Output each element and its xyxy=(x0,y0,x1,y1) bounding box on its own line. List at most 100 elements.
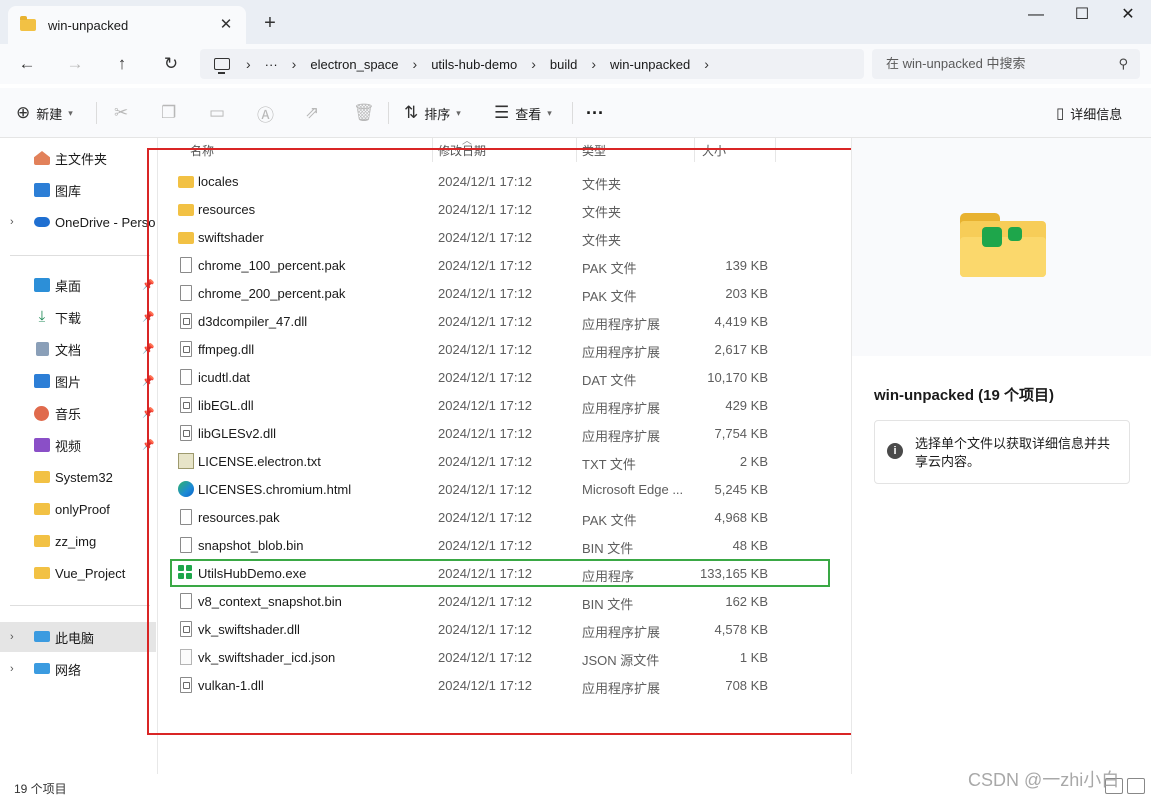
file-name: libGLESv2.dll xyxy=(198,426,277,441)
new-tab-button[interactable]: + xyxy=(258,12,282,36)
chevron-right-icon[interactable]: › xyxy=(10,631,14,643)
chevron-right-icon[interactable]: › xyxy=(10,663,14,675)
up-button[interactable]: ↑ xyxy=(108,50,136,78)
file-row[interactable]: swiftshader 2024/12/1 17:12 文件夹 xyxy=(170,223,830,251)
file-row[interactable]: LICENSES.chromium.html 2024/12/1 17:12 Mic… xyxy=(170,475,830,503)
forward-button[interactable]: → xyxy=(61,50,89,78)
breadcrumb-utils-hub-demo[interactable]: utils-hub-demo xyxy=(431,57,517,72)
sidebar-item-onedrive[interactable]: › OneDrive - Perso xyxy=(0,207,156,237)
file-row[interactable]: LICENSE.electron.txt 2024/12/1 17:12 TXT 文… xyxy=(170,447,830,475)
sidebar-item-network[interactable]: › 网络 xyxy=(0,654,156,684)
cut-button[interactable]: ✂ xyxy=(114,102,134,124)
file-row[interactable]: chrome_100_percent.pak 2024/12/1 17:12 PAK… xyxy=(170,251,830,279)
this-pc-icon xyxy=(34,631,50,642)
tiles-view-icon[interactable] xyxy=(1127,778,1145,794)
file-row[interactable]: vulkan-1.dll 2024/12/1 17:12 应用程序扩展 708 KB xyxy=(170,671,830,699)
sidebar-item-pictures[interactable]: 图片 📌 xyxy=(0,366,156,396)
breadcrumb-overflow[interactable]: ··· xyxy=(265,57,278,72)
pin-icon[interactable]: 📌 xyxy=(142,408,154,419)
file-row[interactable]: v8_context_snapshot.bin 2024/12/1 17:12 BI… xyxy=(170,587,830,615)
sidebar-item-downloads[interactable]: ⤓ 下载 📌 xyxy=(0,302,156,332)
pin-icon[interactable]: 📌 xyxy=(142,312,154,323)
address-bar[interactable]: › ··· › electron_space › utils-hub-demo … xyxy=(200,49,864,79)
divider xyxy=(96,102,97,124)
sidebar-item-onlyproof[interactable]: onlyProof xyxy=(0,494,156,524)
pin-icon[interactable]: 📌 xyxy=(142,280,154,291)
column-header-type[interactable]: 类型 xyxy=(582,142,606,160)
minimize-button[interactable]: — xyxy=(1013,0,1059,32)
file-row[interactable]: icudtl.dat 2024/12/1 17:12 DAT 文件 10,170 KB xyxy=(170,363,830,391)
sidebar-item-videos[interactable]: 视频 📌 xyxy=(0,430,156,460)
file-row[interactable]: snapshot_blob.bin 2024/12/1 17:12 BIN 文件 48… xyxy=(170,531,830,559)
breadcrumb-build[interactable]: build xyxy=(550,57,577,72)
file-row[interactable]: resources 2024/12/1 17:12 文件夹 xyxy=(170,195,830,223)
sidebar-item-vue-project[interactable]: Vue_Project xyxy=(0,558,156,588)
column-divider[interactable] xyxy=(775,138,776,162)
delete-button[interactable]: 🗑 xyxy=(353,102,381,124)
file-date: 2024/12/1 17:12 xyxy=(438,370,532,385)
sort-label: 排序 xyxy=(424,106,451,122)
file-row[interactable]: libGLESv2.dll 2024/12/1 17:12 应用程序扩展 7,754 … xyxy=(170,419,830,447)
folder-icon xyxy=(178,232,194,244)
breadcrumb-win-unpacked[interactable]: win-unpacked xyxy=(610,57,690,72)
column-header-name[interactable]: 名称 xyxy=(190,142,214,160)
file-name: vk_swiftshader.dll xyxy=(198,622,300,637)
file-name: LICENSES.chromium.html xyxy=(198,482,352,497)
sidebar-item-system32[interactable]: System32 xyxy=(0,462,156,492)
new-button[interactable]: ⊕ 新建 ▾ xyxy=(16,102,73,124)
chevron-right-icon[interactable]: › xyxy=(10,216,14,228)
file-row-utilshubdemo-exe[interactable]: UtilsHubDemo.exe 2024/12/1 17:12 应用程序 133,1… xyxy=(170,559,830,587)
chevron-right-icon[interactable]: › xyxy=(413,56,418,72)
file-row[interactable]: vk_swiftshader_icd.json 2024/12/1 17:12 JS… xyxy=(170,643,830,671)
tab-win-unpacked[interactable]: win-unpacked ✕ xyxy=(8,6,246,44)
copy-button[interactable]: ❐ xyxy=(161,102,182,124)
share-button[interactable]: ⇗ xyxy=(305,102,325,124)
column-header-modified[interactable]: 修改日期 xyxy=(438,142,486,160)
column-header-size[interactable]: 大小 xyxy=(702,142,726,160)
sidebar-item-documents[interactable]: 文档 📌 xyxy=(0,334,156,364)
file-row[interactable]: vk_swiftshader.dll 2024/12/1 17:12 应用程序扩展 4… xyxy=(170,615,830,643)
details-pane-button[interactable]: ▯ 详细信息 xyxy=(1056,102,1122,124)
file-size: 2,617 KB xyxy=(714,342,769,357)
rename-button[interactable]: Ⓐ xyxy=(257,102,280,125)
chevron-right-icon[interactable]: › xyxy=(531,56,536,72)
folder-icon xyxy=(34,471,50,483)
file-date: 2024/12/1 17:12 xyxy=(438,286,532,301)
sort-button[interactable]: ⇅ 排序 ▾ xyxy=(404,102,461,124)
column-divider[interactable] xyxy=(694,138,695,162)
column-divider[interactable] xyxy=(576,138,577,162)
large-folder-icon xyxy=(960,213,1046,277)
file-row[interactable]: locales 2024/12/1 17:12 文件夹 xyxy=(170,167,830,195)
paste-button[interactable]: ▭ xyxy=(209,102,231,124)
file-row[interactable]: d3dcompiler_47.dll 2024/12/1 17:12 应用程序扩展 4… xyxy=(170,307,830,335)
download-icon: ⤓ xyxy=(38,308,46,325)
chevron-right-icon[interactable]: › xyxy=(591,56,596,72)
chevron-right-icon[interactable]: › xyxy=(292,56,297,72)
pin-icon[interactable]: 📌 xyxy=(142,344,154,355)
sidebar-item-music[interactable]: 音乐 📌 xyxy=(0,398,156,428)
close-window-button[interactable]: ✕ xyxy=(1105,0,1151,32)
tab-close-icon[interactable]: ✕ xyxy=(216,15,236,35)
view-button[interactable]: ☰ 查看 ▾ xyxy=(494,102,552,124)
sidebar-item-gallery[interactable]: 图库 xyxy=(0,175,156,205)
search-input[interactable]: 在 win-unpacked 中搜索 ⚲ xyxy=(872,49,1140,79)
sidebar-item-zz-img[interactable]: zz_img xyxy=(0,526,156,556)
chevron-right-icon[interactable]: › xyxy=(704,56,709,72)
pin-icon[interactable]: 📌 xyxy=(142,376,154,387)
column-divider[interactable] xyxy=(432,138,433,162)
maximize-button[interactable]: ☐ xyxy=(1059,0,1105,32)
back-button[interactable]: ← xyxy=(13,50,41,78)
chevron-right-icon[interactable]: › xyxy=(246,56,251,72)
sidebar-item-desktop[interactable]: 桌面 📌 xyxy=(0,270,156,300)
refresh-button[interactable]: ↻ xyxy=(157,50,185,78)
sidebar-item-this-pc[interactable]: › 此电脑 xyxy=(0,622,156,652)
sidebar-item-home[interactable]: 主文件夹 xyxy=(0,143,156,173)
breadcrumb-electron-space[interactable]: electron_space xyxy=(310,57,398,72)
file-row[interactable]: libEGL.dll 2024/12/1 17:12 应用程序扩展 429 KB xyxy=(170,391,830,419)
more-options-button[interactable]: ··· xyxy=(586,102,604,124)
file-row[interactable]: resources.pak 2024/12/1 17:12 PAK 文件 4,968 … xyxy=(170,503,830,531)
divider xyxy=(388,102,389,124)
file-row[interactable]: chrome_200_percent.pak 2024/12/1 17:12 PAK… xyxy=(170,279,830,307)
file-row[interactable]: ffmpeg.dll 2024/12/1 17:12 应用程序扩展 2,617 KB xyxy=(170,335,830,363)
pin-icon[interactable]: 📌 xyxy=(142,440,154,451)
